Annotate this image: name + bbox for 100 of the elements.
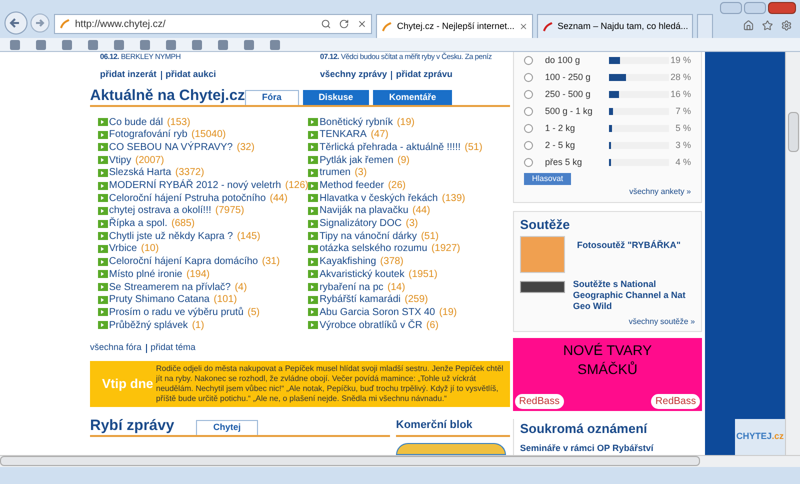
scroll-thumb[interactable] — [788, 112, 798, 152]
forum-link[interactable]: Celoroční hájení Pstruha potočního — [109, 190, 266, 206]
forum-link[interactable]: TENKARA — [319, 127, 367, 142]
forum-link[interactable]: Naviják na plavačku — [319, 203, 408, 218]
forum-link[interactable]: Průběžný splávek — [109, 318, 188, 333]
post-count: (1951) — [408, 268, 438, 282]
option-label: 1 - 2 kg — [545, 122, 576, 135]
forum-link[interactable]: Se Streamerem na přívlač? — [109, 280, 231, 295]
bullet-icon — [98, 130, 108, 139]
percentage: 3 % — [674, 138, 691, 152]
forum-link[interactable]: chytej ostrava a okolí!!! — [109, 203, 212, 218]
forum-link[interactable]: Vrbice — [109, 241, 137, 256]
more-link[interactable]: všechny ankety » — [629, 186, 691, 198]
section-tab[interactable]: Komentáře — [373, 90, 452, 105]
bullet-icon — [98, 118, 108, 126]
section-tab[interactable]: Fóra — [245, 90, 299, 105]
post-count: (7975) — [215, 204, 244, 218]
floating-logo[interactable]: CHYTEJ.cz — [735, 419, 785, 455]
forum-link[interactable]: Kayakfishing — [319, 254, 376, 270]
forum-link[interactable]: Těrlická přehrada - aktuálně !!!!! — [319, 140, 461, 155]
action-link[interactable]: přidat téma — [150, 341, 196, 355]
close-window-button[interactable] — [768, 2, 796, 14]
bullet-icon — [98, 168, 108, 177]
post-count: (378) — [380, 255, 404, 270]
action-link[interactable]: všechny zprávy — [320, 68, 388, 82]
home-icon[interactable] — [743, 20, 754, 31]
bullet-icon — [308, 143, 318, 152]
forum-link[interactable]: Celoroční hájení Kapra domácího — [109, 254, 258, 270]
radio-button[interactable] — [524, 73, 533, 82]
forum-link[interactable]: Fotografování ryb — [109, 127, 188, 142]
forum-link[interactable]: Bonětický rybník — [319, 114, 393, 130]
forum-link[interactable]: Akvaristický koutek — [319, 266, 404, 282]
post-count: (3) — [354, 166, 367, 180]
bullet-icon — [98, 283, 108, 292]
radio-button[interactable] — [524, 141, 533, 150]
post-count: (5) — [248, 306, 260, 320]
refresh-icon[interactable] — [339, 19, 349, 29]
forum-link[interactable]: Tipy na vánoční dárky — [319, 228, 417, 244]
forum-link[interactable]: Vtipy — [109, 152, 132, 168]
forum-link[interactable]: Method feeder — [319, 178, 384, 194]
announcement-link[interactable]: Semináře v rámci OP Rybářství — [520, 442, 696, 455]
forum-link[interactable]: otázka selského rozumu — [319, 241, 428, 256]
forum-link[interactable]: Chytli jste už někdy Kapra ? — [109, 228, 233, 244]
contest-link[interactable]: Fotosoutěž "RYBÁŘKA" — [577, 239, 681, 273]
vote-button[interactable]: Hlasovat — [524, 173, 572, 185]
action-link[interactable]: přidat inzerát — [100, 68, 157, 82]
radio-button[interactable] — [524, 107, 533, 116]
search-icon[interactable] — [321, 19, 331, 29]
forum-link[interactable]: Výrobce obratlíků v ČR — [319, 318, 422, 333]
forum-link[interactable]: Prosím o radu ve výběru prutů — [109, 304, 244, 320]
radio-button[interactable] — [524, 56, 533, 65]
forum-link[interactable]: Pytlák jak řemen — [319, 152, 394, 168]
maximize-button[interactable] — [744, 2, 766, 14]
forum-link[interactable]: rybaření na pc — [319, 280, 384, 295]
bullet-icon — [308, 244, 318, 253]
forum-link[interactable]: Místo plné ironie — [109, 266, 182, 282]
forum-link[interactable]: Hlavatka v českých řekách — [319, 190, 438, 206]
forum-link[interactable]: Pruty Shimano Catana — [109, 292, 210, 308]
browser-tab[interactable]: Seznam – Najdu tam, co hledá... — [536, 14, 694, 38]
radio-button[interactable] — [524, 90, 533, 99]
forum-link[interactable]: Abu Garcia Soron STX 40 — [319, 304, 436, 320]
forum-link[interactable]: CO SEBOU NA VÝPRAVY? — [109, 140, 233, 155]
bullet-icon — [308, 308, 318, 316]
scroll-thumb[interactable] — [0, 456, 700, 466]
forum-link[interactable]: Slezská Harta — [109, 165, 172, 180]
address-field[interactable]: http://www.chytej.cz/ — [54, 14, 372, 34]
post-count: (259) — [404, 293, 428, 308]
vertical-scrollbar[interactable] — [785, 52, 800, 455]
forum-link[interactable]: Signalizátory DOC — [319, 216, 402, 232]
post-count: (3) — [406, 217, 418, 232]
contest-link[interactable]: Soutěžte s National Geographic Channel a Nat Geo Wild — [573, 279, 695, 312]
forum-link[interactable]: Řípka a spol. — [109, 216, 168, 232]
post-count: (44) — [270, 192, 288, 206]
minimize-button[interactable] — [720, 2, 742, 14]
section-tab[interactable]: Chytej — [196, 420, 258, 435]
bullet-icon — [98, 308, 108, 316]
radio-button[interactable] — [524, 158, 533, 167]
forum-link[interactable]: trumen — [319, 165, 351, 180]
forum-link[interactable]: Rybářští kamarádi — [319, 292, 401, 308]
close-icon[interactable] — [518, 22, 528, 31]
horizontal-scrollbar[interactable] — [0, 455, 800, 467]
action-link[interactable]: všechna fóra — [90, 341, 142, 355]
post-count: (19) — [396, 116, 415, 130]
radio-button[interactable] — [524, 124, 533, 133]
section-tab[interactable]: Diskuse — [302, 90, 370, 105]
browser-tab[interactable]: Chytej.cz - Nejlepší internet... — [376, 14, 533, 38]
forum-link[interactable]: MODERNÍ RYBÁŘ 2012 - nový veletrh — [109, 178, 282, 194]
post-count: (139) — [442, 192, 466, 206]
percentage: 7 % — [674, 104, 691, 118]
forum-link[interactable]: Co bude dál — [109, 114, 163, 130]
bullet-icon — [308, 168, 318, 177]
action-link[interactable]: přidat aukci — [166, 68, 216, 82]
action-link[interactable]: přidat zprávu — [396, 68, 453, 82]
bullet-icon — [308, 156, 318, 164]
new-tab-button[interactable] — [697, 14, 714, 38]
close-icon[interactable] — [357, 19, 367, 29]
more-link[interactable]: všechny soutěže » — [628, 316, 695, 328]
settings-icon[interactable] — [781, 20, 792, 31]
post-count: (31) — [262, 255, 280, 270]
star-icon[interactable] — [762, 20, 773, 31]
